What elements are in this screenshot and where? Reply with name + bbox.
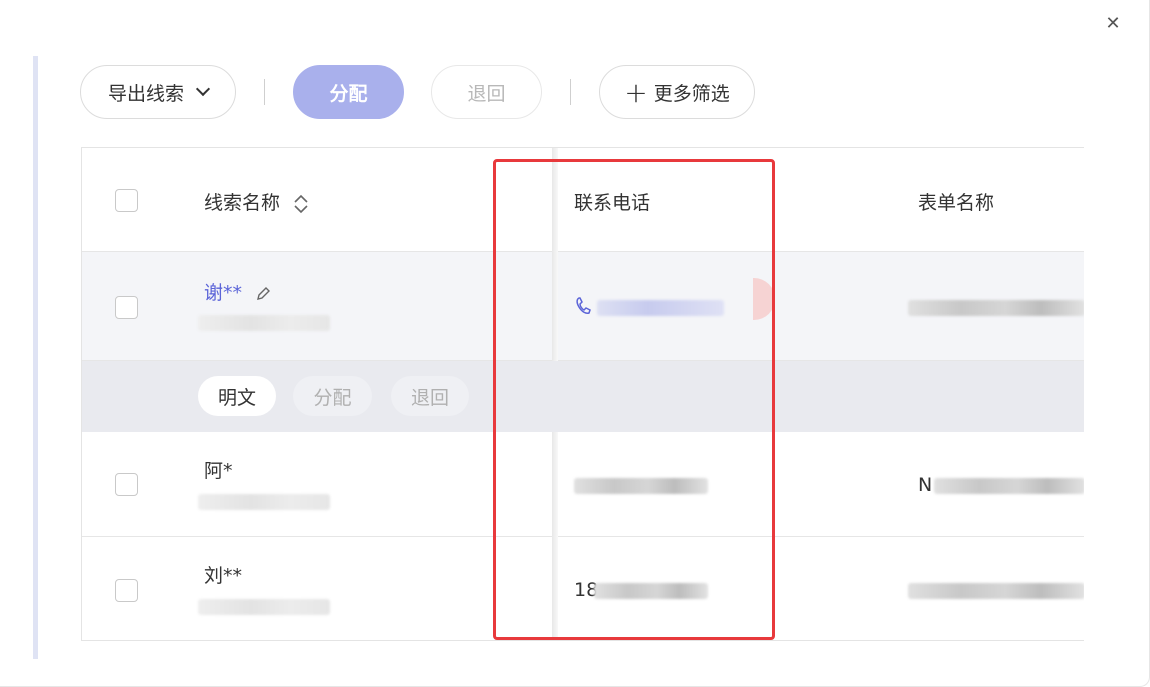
select-all-checkbox[interactable] xyxy=(115,189,138,212)
column-header-form-name: 表单名称 xyxy=(918,192,995,214)
redacted-form-name xyxy=(908,300,1084,316)
lead-name[interactable]: 谢** xyxy=(204,278,272,305)
return-button[interactable]: 退回 xyxy=(431,65,542,119)
toolbar-divider xyxy=(570,79,571,105)
column-header-lead-name[interactable]: 线索名称 xyxy=(204,188,310,215)
table-row[interactable]: 谢** xyxy=(82,252,1084,361)
chevron-down-icon xyxy=(195,81,211,97)
redacted-text xyxy=(198,494,330,510)
table-row[interactable]: 刘** 18 xyxy=(82,537,1084,640)
assign-button[interactable]: 分配 xyxy=(293,65,404,119)
redacted-phone xyxy=(597,300,724,316)
redacted-phone xyxy=(574,478,708,494)
row-return-button[interactable]: 退回 xyxy=(391,376,469,416)
toolbar-divider xyxy=(264,79,265,105)
redacted-text xyxy=(198,315,330,331)
toolbar: 导出线索 分配 退回 + 更多筛选 xyxy=(80,64,755,120)
table-row[interactable]: 阿* N xyxy=(82,432,1084,537)
close-icon[interactable]: ✕ xyxy=(1103,14,1123,34)
redacted-form-name xyxy=(934,478,1084,494)
lead-name[interactable]: 刘** xyxy=(204,561,242,588)
form-name-prefix: N xyxy=(918,474,933,496)
row-assign-button[interactable]: 分配 xyxy=(293,376,372,416)
column-shadow xyxy=(552,432,558,640)
more-filters-button[interactable]: + 更多筛选 xyxy=(599,65,755,119)
export-leads-label: 导出线索 xyxy=(107,82,184,105)
lead-name-text: 谢** xyxy=(204,282,243,304)
row-checkbox[interactable] xyxy=(115,579,138,602)
phone-icon[interactable] xyxy=(574,296,594,316)
row-checkbox[interactable] xyxy=(115,473,138,496)
edit-icon[interactable] xyxy=(254,285,272,303)
redacted-phone xyxy=(594,583,708,599)
column-header-label: 线索名称 xyxy=(204,192,281,214)
column-header-phone: 联系电话 xyxy=(574,192,651,214)
more-filters-label: 更多筛选 xyxy=(653,82,730,105)
export-leads-button[interactable]: 导出线索 xyxy=(80,65,236,119)
row-checkbox[interactable] xyxy=(115,296,138,319)
table-header: 线索名称 联系电话 表单名称 xyxy=(82,148,1084,252)
row-action-bar: 明文 分配 退回 xyxy=(82,361,1084,432)
show-plaintext-button[interactable]: 明文 xyxy=(198,376,276,416)
left-accent-bar xyxy=(33,56,38,659)
column-shadow xyxy=(552,148,558,361)
leads-table: 线索名称 联系电话 表单名称 谢** 明文 分配 退回 阿* N 刘** 18 xyxy=(81,147,1084,641)
redacted-form-name xyxy=(908,583,1084,599)
plus-icon: + xyxy=(624,75,648,109)
redacted-text xyxy=(198,599,330,615)
lead-name[interactable]: 阿* xyxy=(204,456,233,483)
lead-dialog: ✕ 导出线索 分配 退回 + 更多筛选 线索名称 联系电话 表单名称 谢** 明… xyxy=(0,0,1150,687)
sort-icon[interactable] xyxy=(292,193,310,215)
